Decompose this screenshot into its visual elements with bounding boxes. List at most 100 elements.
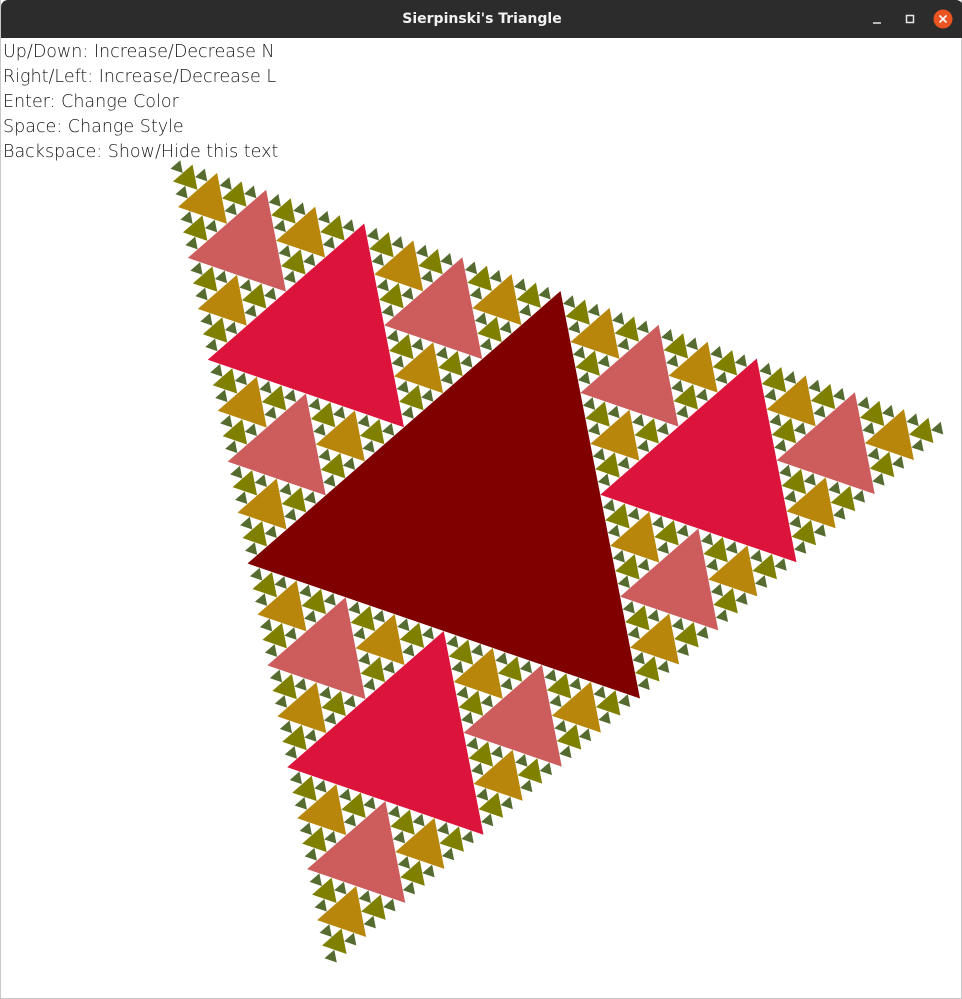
fractal-triangle-l5	[911, 438, 924, 452]
fractal-triangle-l5	[303, 491, 316, 504]
fractal-triangle-l5	[401, 287, 414, 300]
fractal-triangle-l5	[631, 413, 645, 427]
fractal-triangle-l5	[803, 473, 816, 486]
fractal-triangle-l5	[204, 219, 218, 233]
fractal-triangle-l5	[224, 202, 237, 216]
fractal-triangle-l5	[396, 380, 409, 394]
close-icon	[933, 9, 953, 29]
fractal-triangle-l5	[324, 949, 337, 963]
fractal-triangle-l5	[520, 779, 533, 793]
fractal-triangle-l5	[519, 660, 533, 674]
help-line-toggle: Backspace: Show/Hide this text	[3, 142, 279, 162]
fractal-triangle-l5	[597, 354, 610, 368]
fractal-triangle-l5	[323, 474, 336, 487]
fractal-triangle-l5	[597, 473, 611, 487]
fractal-triangle-l5	[317, 210, 330, 224]
fractal-triangle-l5	[656, 422, 669, 436]
fractal-triangle-l5	[749, 549, 763, 563]
close-button[interactable]	[933, 9, 953, 29]
fractal-triangle-l5	[518, 303, 532, 317]
fractal-triangle-l5	[544, 668, 557, 682]
fractal-triangle-l5	[391, 236, 404, 249]
fractal-triangle-l5	[391, 355, 404, 368]
fractal-triangle-l5	[392, 830, 406, 844]
fractal-triangle-l5	[294, 796, 307, 810]
fractal-triangle-l5	[435, 346, 448, 360]
fractal-triangle-l5	[852, 489, 865, 503]
fractal-triangle-l5	[476, 788, 489, 801]
fractal-triangle-l5	[554, 719, 567, 733]
fractal-triangle-l5	[617, 575, 630, 589]
fractal-triangle-l5	[881, 404, 895, 418]
fractal-triangle-l5	[607, 524, 620, 538]
fractal-triangle-l5	[582, 397, 596, 410]
fractal-triangle-l5	[513, 278, 527, 292]
fractal-triangle-l5	[358, 652, 371, 666]
fractal-triangle-l5	[284, 508, 297, 521]
fractal-triangle-l5	[200, 313, 213, 326]
fractal-triangle-l5	[735, 592, 748, 605]
fractal-triangle-l5	[587, 422, 601, 436]
fractal-triangle-l5	[460, 354, 473, 368]
fractal-triangle-l5	[323, 593, 336, 606]
fractal-triangle-l5	[774, 558, 787, 571]
title-bar[interactable]: Sierpinski's Triangle	[1, 0, 962, 38]
fractal-triangle-l5	[387, 805, 401, 818]
fractal-triangle-l5	[598, 711, 611, 725]
fractal-triangle-l5	[308, 397, 321, 411]
fractal-triangle-l5	[293, 202, 306, 216]
fractal-triangle-l5	[495, 652, 508, 665]
help-line-color: Enter: Change Color	[3, 92, 179, 112]
fractal-triangle-l5	[309, 873, 322, 887]
game-canvas[interactable]: Up/Down: Increase/Decrease N Right/Left:…	[2, 38, 962, 998]
fractal-triangle-l5	[479, 337, 493, 351]
fractal-triangle-l5	[420, 270, 434, 283]
fractal-triangle-l5	[661, 328, 674, 342]
fractal-triangle-l5	[402, 643, 415, 657]
fractal-triangle-l5	[357, 414, 370, 428]
fractal-triangle-l5	[284, 746, 298, 759]
fractal-triangle-l5	[372, 609, 385, 623]
fractal-triangle-l5	[214, 270, 228, 284]
fractal-triangle-l5	[239, 278, 252, 292]
fractal-triangle-l5	[284, 627, 297, 640]
fractal-triangle-l5	[808, 379, 821, 393]
fractal-triangle-l5	[353, 626, 366, 640]
fractal-triangle-l5	[500, 796, 513, 810]
fractal-triangle-l5	[303, 253, 316, 267]
fractal-triangle-l5	[474, 312, 488, 326]
fractal-triangle-l5	[294, 678, 307, 691]
help-text: Up/Down: Increase/Decrease N Right/Left:…	[3, 40, 278, 165]
fractal-triangle-l5	[415, 244, 429, 258]
fractal-triangle-l5	[637, 558, 650, 572]
fractal-triangle-l5	[283, 389, 297, 403]
fractal-triangle-l5	[314, 779, 327, 793]
maximize-button[interactable]	[900, 9, 920, 29]
fractal-triangle-l5	[637, 677, 650, 690]
fractal-triangle-l5	[451, 660, 464, 674]
fractal-triangle-l5	[710, 583, 724, 597]
fractal-triangle-l5	[651, 515, 665, 529]
fractal-triangle-l5	[440, 253, 453, 266]
fractal-triangle-l5	[872, 472, 885, 486]
fractal-triangle-l5	[210, 363, 223, 377]
fractal-triangle-l5	[481, 813, 494, 827]
fractal-triangle-l5	[342, 219, 355, 233]
fractal-triangle-l5	[344, 932, 357, 946]
fractal-triangle-l5	[421, 388, 434, 402]
fractal-triangle-l5	[205, 338, 218, 352]
fractal-triangle-l5	[602, 498, 615, 512]
fractal-triangle-l5	[440, 371, 453, 385]
fractal-triangle-l5	[383, 898, 396, 912]
fractal-triangle-l5	[304, 728, 317, 742]
fractal-triangle-l5	[304, 847, 317, 861]
fractal-triangle-l5	[244, 423, 257, 437]
fractal-triangle-l5	[930, 421, 944, 435]
fractal-triangle-l5	[323, 711, 337, 725]
fractal-triangle-l5	[318, 448, 331, 462]
minimize-button[interactable]	[867, 9, 887, 29]
fractal-triangle-l5	[470, 643, 484, 657]
fractal-triangle-l5	[794, 541, 807, 554]
fractal-triangle-l5	[318, 686, 332, 700]
fractal-triangle-l5	[490, 745, 503, 759]
